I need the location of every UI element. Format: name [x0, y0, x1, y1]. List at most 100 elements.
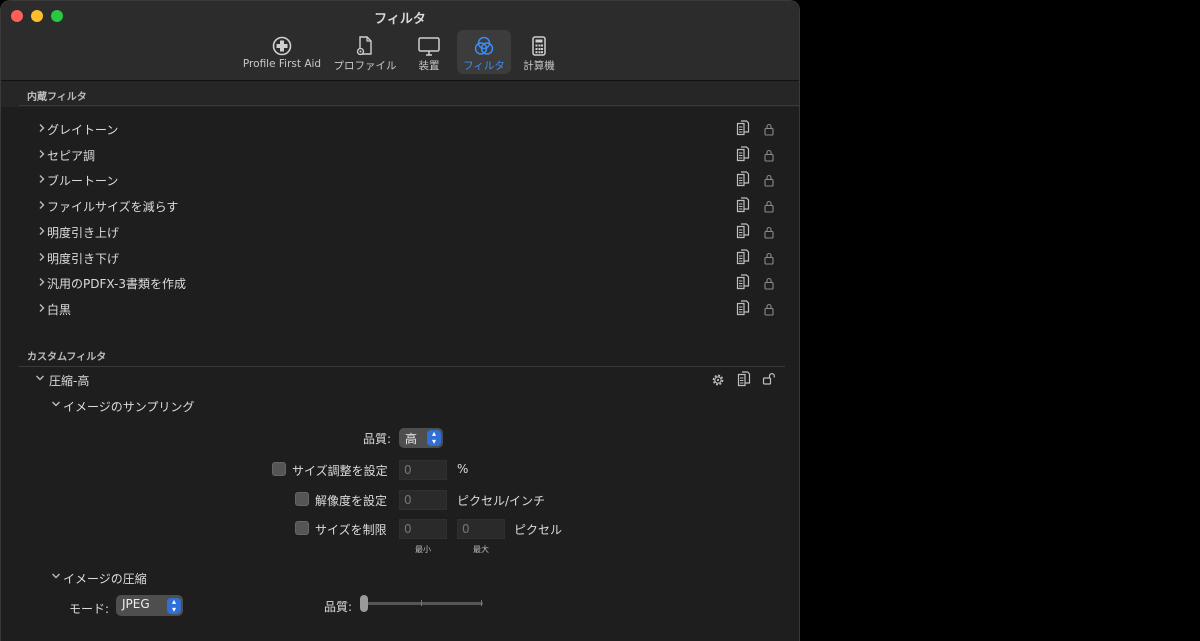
sampling-quality-popup[interactable]: 高 ▴ ▾ — [399, 428, 443, 448]
duplicate-icon[interactable] — [736, 248, 750, 269]
lock-icon — [764, 224, 774, 243]
mode-value: JPEG — [122, 597, 150, 611]
chevron-right-icon[interactable] — [37, 200, 47, 212]
tab-profile[interactable]: プロファイル — [332, 30, 398, 74]
lock-icon — [764, 275, 774, 294]
resolution-checkbox[interactable] — [295, 492, 309, 506]
sampling-quality-label: 品質: — [363, 432, 392, 446]
builtin-filter-row[interactable]: グレイトーン — [37, 118, 782, 140]
tab-label: 計算機 — [523, 60, 555, 72]
divider — [19, 105, 799, 106]
chevron-right-icon[interactable] — [37, 149, 47, 161]
chevron-down-icon[interactable] — [51, 399, 61, 411]
duplicate-icon[interactable] — [736, 120, 750, 140]
window-title: フィルタ — [374, 12, 426, 27]
lock-icon — [764, 301, 774, 320]
tab-label: Profile First Aid — [242, 58, 322, 70]
limit-min-input[interactable] — [399, 519, 447, 539]
calculator-icon — [532, 36, 546, 56]
tab-label: プロファイル — [333, 60, 397, 72]
unlock-icon[interactable] — [762, 371, 776, 390]
compression-quality-label: 品質: — [324, 600, 353, 614]
chevron-up-down-icon: ▴ ▾ — [427, 430, 441, 446]
profile-document-icon — [356, 36, 372, 56]
duplicate-icon[interactable] — [736, 197, 750, 217]
builtin-filter-row[interactable]: 白黒 — [37, 298, 782, 320]
resolution-label: 解像度を設定 — [315, 494, 388, 508]
duplicate-icon[interactable] — [736, 274, 750, 294]
builtin-section-header: 内蔵フィルタ — [27, 92, 87, 103]
slider-tick — [481, 600, 482, 606]
filter-window: フィルタ Profile First Aid プロファイル 装置 フィルタ 計算… — [0, 0, 800, 641]
slider-tick — [421, 600, 422, 606]
chevron-right-icon[interactable] — [37, 123, 47, 135]
duplicate-icon[interactable] — [736, 146, 750, 166]
compression-subsection[interactable]: イメージの圧縮 — [51, 567, 351, 589]
custom-filter-name: 圧縮-高 — [49, 374, 90, 388]
chevron-right-icon[interactable] — [37, 174, 47, 186]
compression-quality-slider[interactable] — [363, 602, 483, 605]
mode-popup[interactable]: JPEG ▴ ▾ — [116, 595, 183, 616]
builtin-filter-label: 汎用のPDFX-3書類を作成 — [47, 277, 186, 292]
monitor-icon — [418, 37, 440, 56]
chevron-right-icon[interactable] — [37, 252, 47, 264]
builtin-filter-row[interactable]: 明度引き下げ — [37, 247, 782, 269]
compression-title: イメージの圧縮 — [63, 572, 147, 586]
duplicate-icon[interactable] — [736, 300, 750, 320]
builtin-filter-row[interactable]: 汎用のPDFX-3書類を作成 — [37, 272, 782, 294]
builtin-filter-row[interactable]: ブルートーン — [37, 169, 782, 191]
duplicate-icon[interactable] — [736, 171, 750, 191]
titlebar: フィルタ Profile First Aid プロファイル 装置 フィルタ 計算… — [1, 1, 799, 81]
builtin-filter-label: 白黒 — [47, 302, 72, 317]
builtin-filter-label: 明度引き下げ — [47, 251, 120, 266]
lock-icon — [764, 121, 774, 140]
first-aid-icon — [272, 36, 292, 56]
resize-label: サイズ調整を設定 — [292, 464, 388, 478]
tab-profile-first-aid[interactable]: Profile First Aid — [239, 30, 325, 74]
lock-icon — [764, 172, 774, 191]
tab-label: フィルタ — [463, 60, 505, 72]
chevron-down-icon[interactable] — [51, 571, 61, 583]
builtin-filter-row[interactable]: 明度引き上げ — [37, 221, 782, 243]
gear-icon[interactable] — [711, 372, 725, 391]
tab-calculator[interactable]: 計算機 — [517, 30, 561, 74]
builtin-filter-label: 明度引き上げ — [47, 225, 120, 240]
builtin-filter-row[interactable]: セピア調 — [37, 144, 782, 166]
divider — [19, 366, 785, 367]
chevron-down-icon[interactable] — [35, 373, 45, 385]
mode-label: モード: — [69, 602, 110, 616]
custom-filter-row[interactable]: 圧縮-高 — [35, 369, 780, 391]
resolution-input[interactable] — [399, 490, 447, 510]
chevron-right-icon[interactable] — [37, 277, 47, 289]
chevron-right-icon[interactable] — [37, 226, 47, 238]
limit-size-unit: ピクセル — [514, 523, 563, 537]
custom-section-header: カスタムフィルタ — [27, 352, 107, 363]
sampling-quality-value: 高 — [405, 432, 418, 446]
color-filter-icon — [474, 36, 494, 55]
tab-device[interactable]: 装置 — [406, 30, 452, 74]
tab-filter[interactable]: フィルタ — [457, 30, 511, 74]
duplicate-icon[interactable] — [736, 223, 750, 243]
limit-max-input[interactable] — [457, 519, 505, 539]
builtin-filter-label: グレイトーン — [47, 123, 119, 137]
tab-label: 装置 — [418, 60, 440, 72]
min-label: 最小 — [415, 545, 431, 554]
resolution-unit: ピクセル/インチ — [457, 494, 546, 508]
sampling-subsection[interactable]: イメージのサンプリング — [51, 395, 351, 417]
builtin-header-band — [1, 81, 799, 107]
lock-icon — [764, 147, 774, 166]
builtin-filter-row[interactable]: ファイルサイズを減らす — [37, 195, 782, 217]
builtin-filter-label: ブルートーン — [47, 174, 119, 189]
compression-quality-slider-knob[interactable] — [360, 595, 368, 612]
chevron-right-icon[interactable] — [37, 303, 47, 315]
resize-input[interactable] — [399, 460, 447, 480]
builtin-filter-label: ファイルサイズを減らす — [47, 200, 179, 215]
sampling-title: イメージのサンプリング — [63, 400, 195, 414]
lock-icon — [764, 198, 774, 217]
resize-checkbox[interactable] — [272, 462, 286, 476]
limit-size-checkbox[interactable] — [295, 521, 309, 535]
resize-unit: % — [457, 462, 469, 476]
duplicate-icon[interactable] — [737, 371, 751, 391]
builtin-filter-label: セピア調 — [47, 148, 96, 163]
max-label: 最大 — [473, 545, 489, 554]
